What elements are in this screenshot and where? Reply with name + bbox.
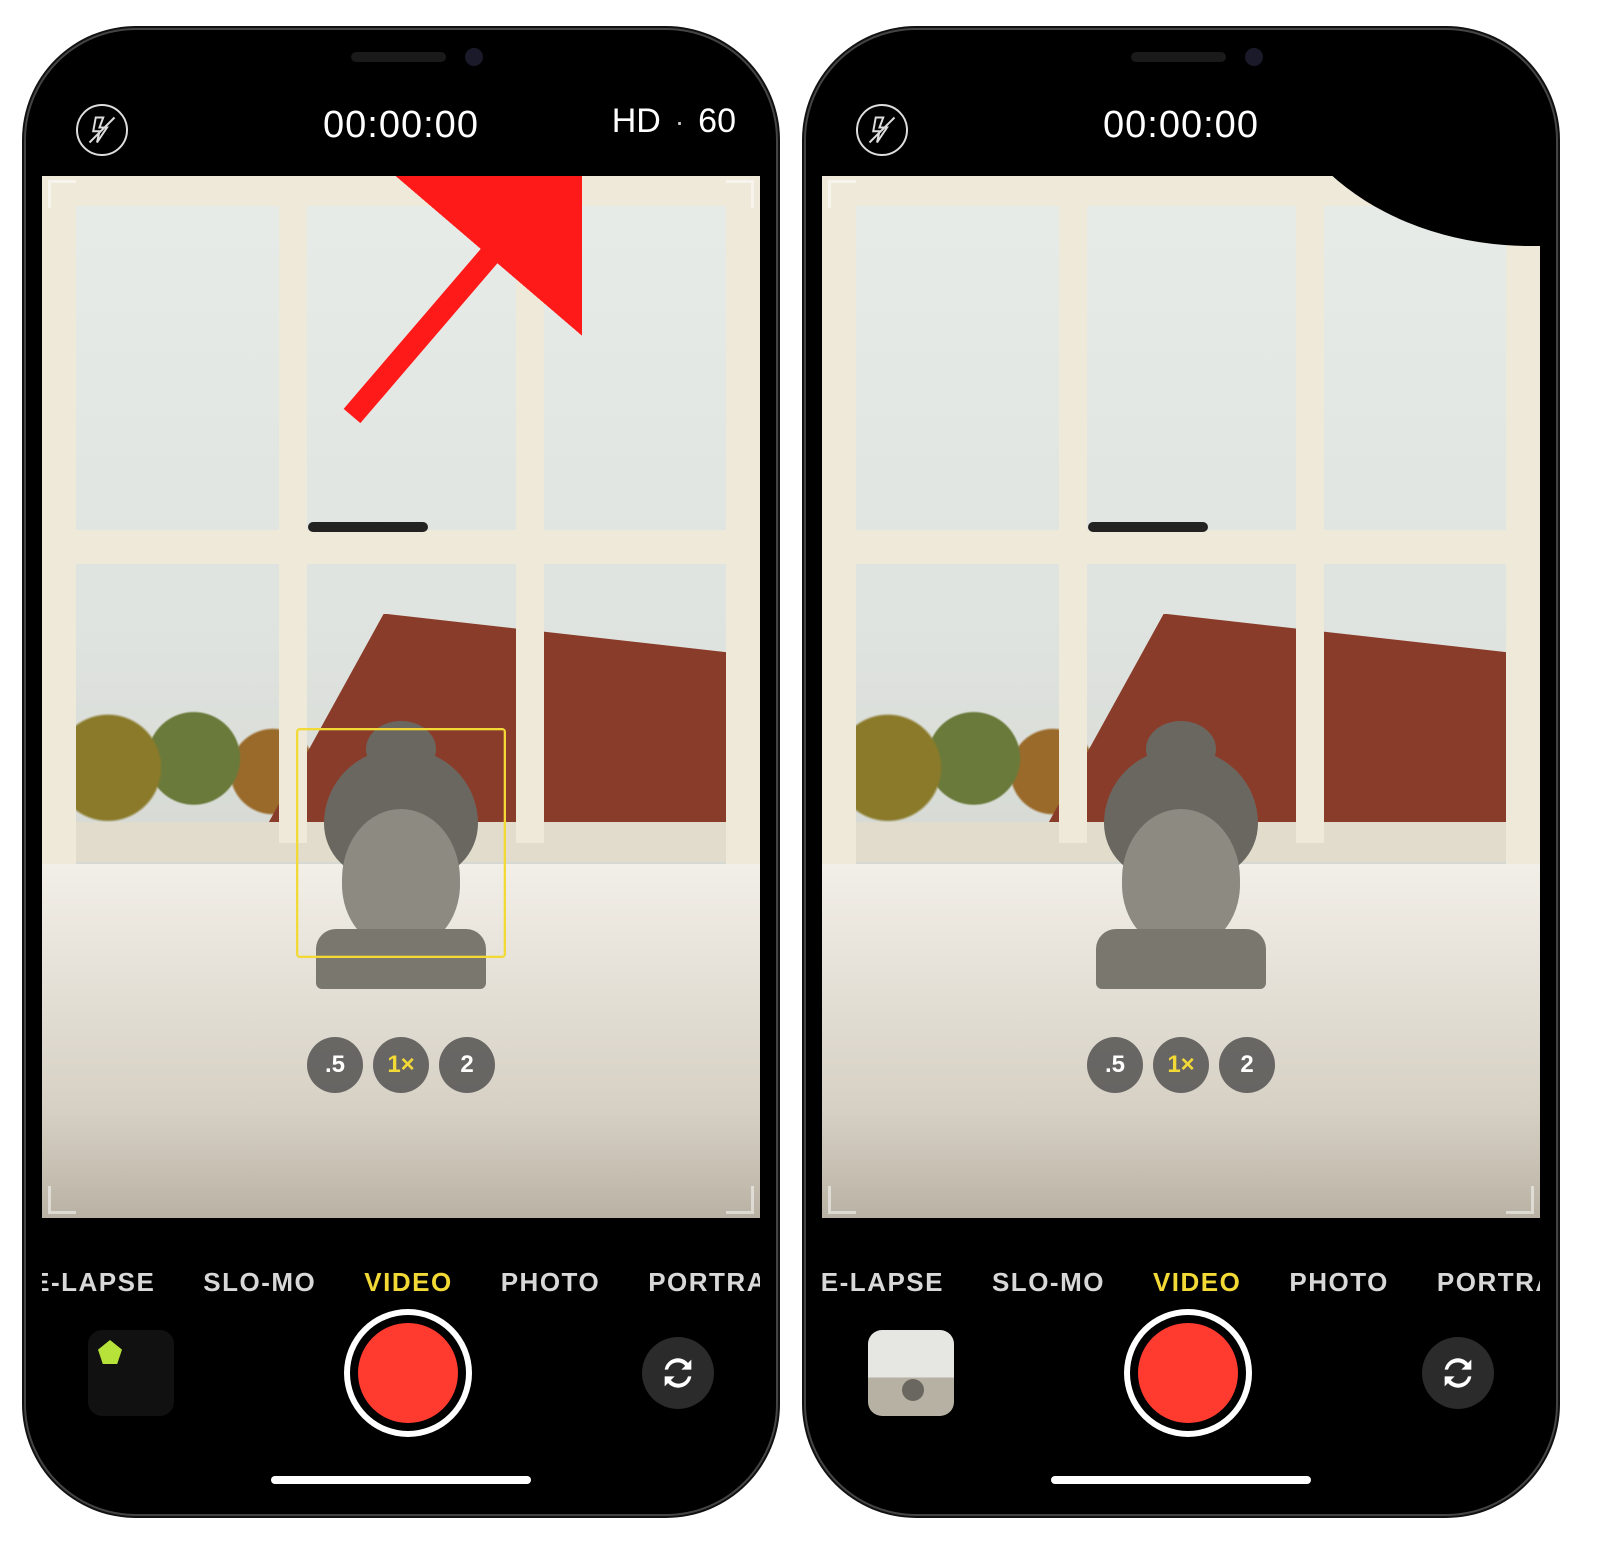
window-latch-icon [308, 522, 428, 532]
mode-portrait[interactable]: PORTRAIT [648, 1267, 760, 1298]
flip-camera-button[interactable] [1422, 1337, 1494, 1409]
home-indicator[interactable] [271, 1476, 531, 1484]
zoom-wide-button[interactable]: .5 [307, 1037, 363, 1093]
viewfinder-corner-icon [828, 1186, 856, 1214]
viewfinder-corner-icon [1506, 1186, 1534, 1214]
last-photo-thumbnail[interactable] [868, 1330, 954, 1416]
zoom-1x-button[interactable]: 1× [373, 1037, 429, 1093]
flip-camera-button[interactable] [642, 1337, 714, 1409]
viewfinder[interactable]: .5 1× 2 [42, 176, 760, 1218]
resolution-fps-group[interactable]: HD · 60 [612, 102, 736, 141]
mode-slomo[interactable]: SLO-MO [203, 1267, 316, 1298]
separator-dot: · [675, 106, 684, 138]
mode-selector[interactable]: ME-LAPSE SLO-MO VIDEO PHOTO PORTRAIT [42, 1267, 760, 1298]
notch [241, 30, 561, 84]
mode-timelapse[interactable]: ME-LAPSE [822, 1267, 944, 1298]
phone-left: 00:00:00 HD · 60 [26, 30, 776, 1514]
viewfinder-corner-icon [726, 180, 754, 208]
mode-photo[interactable]: PHOTO [501, 1267, 600, 1298]
zoom-wide-button[interactable]: .5 [1087, 1037, 1143, 1093]
viewfinder-corner-icon [48, 1186, 76, 1214]
resolution-button[interactable]: HD [612, 102, 661, 141]
viewfinder-corner-icon [828, 180, 856, 208]
zoom-controls: .5 1× 2 [307, 1037, 495, 1093]
window-latch-icon [1088, 522, 1208, 532]
zoom-tele-button[interactable]: 2 [439, 1037, 495, 1093]
mode-video[interactable]: VIDEO [1153, 1267, 1241, 1298]
mode-slomo[interactable]: SLO-MO [992, 1267, 1105, 1298]
flip-camera-icon [1438, 1353, 1478, 1393]
zoom-controls: .5 1× 2 [1087, 1037, 1275, 1093]
record-button[interactable] [350, 1315, 466, 1431]
phone-right: 00:00:00 4K · 30 .5 1 [806, 30, 1556, 1514]
flip-camera-icon [658, 1353, 698, 1393]
record-button[interactable] [1130, 1315, 1246, 1431]
mode-timelapse[interactable]: ME-LAPSE [42, 1267, 155, 1298]
home-indicator[interactable] [1051, 1476, 1311, 1484]
notch [1021, 30, 1341, 84]
mode-portrait[interactable]: PORTRAI [1437, 1267, 1540, 1298]
zoom-tele-button[interactable]: 2 [1219, 1037, 1275, 1093]
fps-button[interactable]: 60 [698, 102, 736, 141]
focus-box[interactable] [296, 728, 506, 958]
last-photo-thumbnail[interactable] [88, 1330, 174, 1416]
mode-selector[interactable]: ME-LAPSE SLO-MO VIDEO PHOTO PORTRAI [822, 1267, 1540, 1298]
zoom-1x-button[interactable]: 1× [1153, 1037, 1209, 1093]
bottom-controls [822, 1308, 1540, 1438]
mode-video[interactable]: VIDEO [364, 1267, 452, 1298]
viewfinder[interactable]: .5 1× 2 [822, 176, 1540, 1218]
scene-subject [1096, 749, 1266, 989]
mode-photo[interactable]: PHOTO [1289, 1267, 1388, 1298]
viewfinder-corner-icon [48, 180, 76, 208]
bottom-controls [42, 1308, 760, 1438]
camera-screen: 00:00:00 4K · 30 .5 1 [822, 46, 1540, 1498]
viewfinder-corner-icon [726, 1186, 754, 1214]
camera-screen: 00:00:00 HD · 60 [42, 46, 760, 1498]
